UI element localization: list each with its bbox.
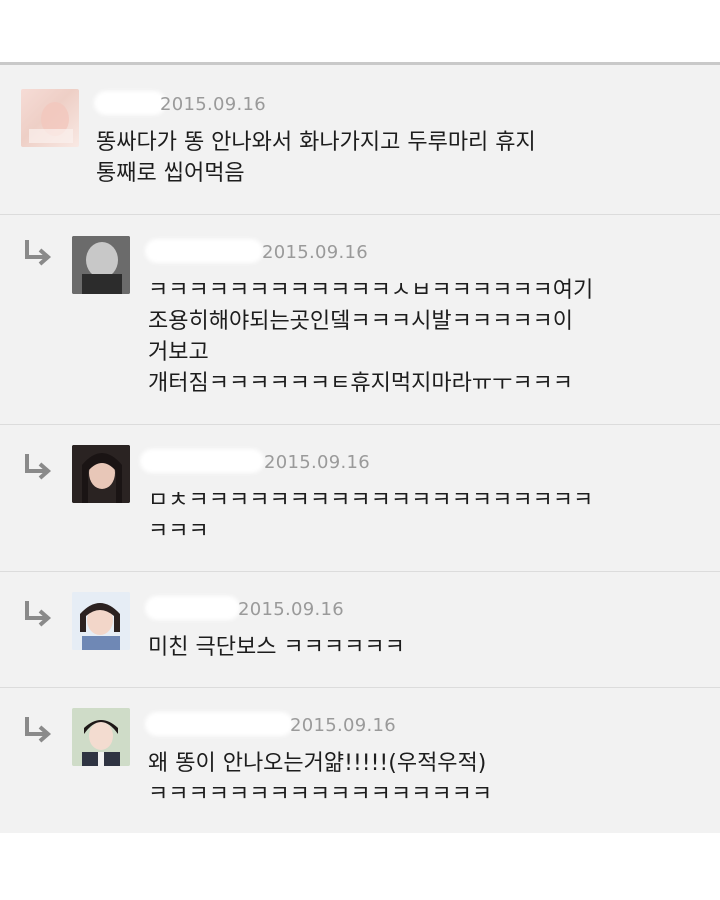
app-top-area (0, 0, 720, 62)
comment-item[interactable]: 2015.09.16 똥싸다가 똥 안나와서 화나가지고 두루마리 휴지 통째로… (0, 65, 720, 215)
avatar-image (72, 708, 130, 766)
reply-arrow-icon (25, 601, 52, 627)
comment-date: 2015.09.16 (160, 94, 267, 115)
user-avatar[interactable] (21, 89, 79, 147)
reply-item[interactable]: 2015.09.16 ㅁㅊㅋㅋㅋㅋㅋㅋㅋㅋㅋㅋㅋㅋㅋㅋㅋㅋㅋㅋㅋㅋ ㅋㅋㅋ (0, 425, 720, 572)
comment-date: 2015.09.16 (238, 599, 345, 620)
username-blurred (145, 596, 240, 620)
user-avatar[interactable] (72, 592, 130, 650)
username-blurred (94, 91, 166, 115)
comment-text-line: 조용히해야되는곳인뎈ㅋㅋㅋ시발ㅋㅋㅋㅋㅋ이 (148, 309, 574, 334)
username-blurred (145, 239, 263, 263)
comment-text-line: 개터짐ㅋㅋㅋㅋㅋㅋㅌ휴지먹지마라ㅠㅜㅋㅋㅋ (148, 371, 574, 396)
avatar-image (29, 102, 73, 143)
comment-text-line: ㅁㅊㅋㅋㅋㅋㅋㅋㅋㅋㅋㅋㅋㅋㅋㅋㅋㅋㅋㅋㅋㅋ (148, 488, 594, 513)
avatar-image (72, 236, 130, 294)
comment-date: 2015.09.16 (264, 452, 371, 473)
reply-item[interactable]: 2015.09.16 ㅋㅋㅋㅋㅋㅋㅋㅋㅋㅋㅋㅋㅅㅂㅋㅋㅋㅋㅋㅋ여기 조용히해야되… (0, 215, 720, 425)
user-avatar[interactable] (72, 445, 130, 503)
avatar-image (72, 592, 130, 650)
reply-arrow-icon (25, 454, 52, 480)
reply-item[interactable]: 2015.09.16 왜 똥이 안나오는거얆!!!!!(우적우적) ㅋㅋㅋㅋㅋㅋ… (0, 688, 720, 833)
comment-text-line: 왜 똥이 안나오는거얆!!!!!(우적우적) (148, 751, 487, 776)
username-blurred (140, 449, 264, 473)
comment-text-line: 미친 극단보스 ㅋㅋㅋㅋㅋㅋ (148, 635, 405, 660)
comment-text-line: ㅋㅋㅋㅋㅋㅋㅋㅋㅋㅋㅋㅋㅋㅋㅋㅋㅋ (148, 782, 493, 807)
reply-item[interactable]: 2015.09.16 미친 극단보스 ㅋㅋㅋㅋㅋㅋ (0, 572, 720, 688)
username-blurred (145, 712, 293, 736)
comment-text-line: 통째로 씹어먹음 (96, 161, 245, 186)
avatar-image (72, 445, 130, 503)
comment-date: 2015.09.16 (290, 715, 397, 736)
user-avatar[interactable] (72, 708, 130, 766)
reply-arrow-icon (25, 240, 52, 266)
comment-text-line: ㅋㅋㅋㅋㅋㅋㅋㅋㅋㅋㅋㅋㅅㅂㅋㅋㅋㅋㅋㅋ여기 (148, 278, 594, 303)
comment-list[interactable]: 2015.09.16 똥싸다가 똥 안나와서 화나가지고 두루마리 휴지 통째로… (0, 65, 720, 833)
comment-date: 2015.09.16 (262, 242, 369, 263)
user-avatar[interactable] (72, 236, 130, 294)
reply-arrow-icon (25, 717, 52, 743)
comment-text-line: 똥싸다가 똥 안나와서 화나가지고 두루마리 휴지 (96, 130, 536, 155)
bottom-area (0, 833, 720, 900)
comment-text-line: 거보고 (148, 340, 209, 365)
comment-text-line: ㅋㅋㅋ (148, 519, 209, 544)
